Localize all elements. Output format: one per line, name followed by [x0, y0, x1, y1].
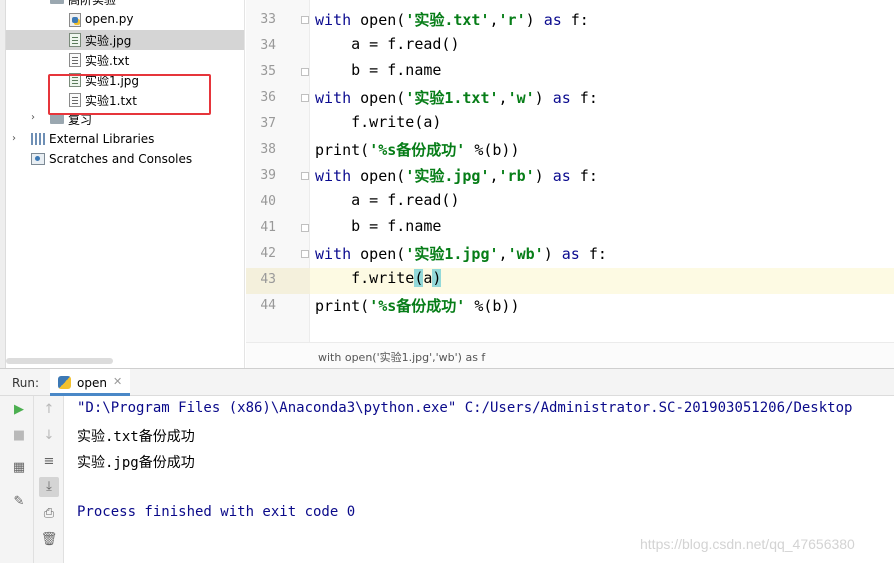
code-editor[interactable]: 33 34 35 36 37 38 39 40 41 42 43 44 with… — [246, 0, 894, 342]
project-tree-panel: ▾ 高阶实验 open.py 实验.jpg 实验.txt 实验1.jpg 实验1… — [0, 0, 245, 368]
fold-marker-icon[interactable] — [301, 250, 309, 258]
console-exit-line: Process finished with exit code 0 — [77, 504, 356, 520]
code-line-current: f.write(a) — [315, 269, 442, 287]
editor-breadcrumb[interactable]: with open('实验1.jpg','wb') as f — [246, 342, 894, 368]
line-number: 42 — [260, 246, 276, 261]
tree-item-file[interactable]: 实验.txt — [6, 50, 244, 70]
arrow-down-icon[interactable]: ↓ — [39, 426, 59, 446]
line-number: 37 — [260, 116, 276, 131]
line-number: 41 — [260, 220, 276, 235]
python-file-icon — [69, 13, 81, 27]
code-line: with open('实验1.txt','w') as f: — [315, 89, 598, 107]
chevron-right-icon[interactable]: › — [12, 133, 16, 144]
line-number-current: 43 — [260, 272, 276, 287]
arrow-up-icon[interactable]: ↑ — [39, 400, 59, 420]
code-line: with open('实验1.jpg','wb') as f: — [315, 245, 607, 263]
tree-item-label: Scratches and Consoles — [49, 152, 193, 166]
code-line: with open('实验.jpg','rb') as f: — [315, 167, 598, 185]
scratches-icon — [31, 153, 45, 165]
code-line: b = f.name — [315, 217, 442, 235]
tree-item-folder[interactable]: ▾ 高阶实验 — [6, 0, 244, 9]
python-icon — [58, 376, 71, 389]
tree-item-file-selected[interactable]: 实验.jpg — [6, 30, 244, 50]
play-icon[interactable]: ▶ — [9, 400, 29, 420]
console-output-line: 实验.jpg备份成功 — [77, 455, 195, 471]
line-number: 40 — [260, 194, 276, 209]
code-line: f.write(a) — [315, 113, 442, 131]
code-line: a = f.read() — [315, 191, 460, 209]
code-line: print('%s备份成功' %(b)) — [315, 141, 520, 159]
run-toolbar-secondary: ↑ ↓ ≡ ⤓ ⎙ 🗑 — [34, 396, 64, 563]
fold-marker-icon[interactable] — [301, 172, 309, 180]
breadcrumb-text[interactable]: with open('实验1.jpg','wb') as f — [318, 349, 485, 365]
code-line: print('%s备份成功' %(b)) — [315, 297, 520, 315]
tree-item-label: open.py — [85, 12, 134, 26]
run-toolbar-primary: ▶ ■ ▦ ✎ — [0, 396, 34, 563]
chevron-down-icon[interactable]: ▾ — [31, 0, 36, 3]
run-toolwindow-header: Run: open ✕ — [0, 368, 894, 396]
fold-marker-icon[interactable] — [301, 224, 309, 232]
tree-item-scratches[interactable]: Scratches and Consoles — [6, 150, 244, 170]
line-number: 38 — [260, 142, 276, 157]
image-file-icon — [69, 33, 81, 47]
line-number: 36 — [260, 90, 276, 105]
annotation-highlight-box — [48, 74, 211, 115]
tree-item-label: 实验.jpg — [85, 34, 132, 48]
layout-icon[interactable]: ▦ — [9, 458, 29, 478]
tree-item-label: 实验.txt — [85, 54, 130, 68]
tree-item-external-libraries[interactable]: › External Libraries — [6, 130, 244, 150]
pin-icon[interactable]: ✎ — [9, 492, 29, 512]
stop-icon[interactable]: ■ — [9, 426, 29, 446]
tree-item-label: 高阶实验 — [68, 0, 117, 7]
fold-marker-icon[interactable] — [301, 68, 309, 76]
library-icon — [31, 133, 45, 145]
fold-marker-icon[interactable] — [301, 16, 309, 24]
close-icon[interactable]: ✕ — [113, 375, 122, 388]
run-tab-label: open — [77, 376, 107, 390]
line-number: 34 — [260, 38, 276, 53]
scroll-to-end-icon[interactable]: ⤓ — [39, 477, 59, 497]
run-tab-open[interactable]: open ✕ — [50, 369, 130, 396]
code-line: a = f.read() — [315, 35, 460, 53]
code-line: b = f.name — [315, 61, 442, 79]
tree-item-label: External Libraries — [49, 132, 155, 146]
folder-icon — [50, 0, 64, 4]
code-line: with open('实验.txt','r') as f: — [315, 11, 589, 29]
run-label: Run: — [12, 376, 40, 390]
print-icon[interactable]: ⎙ — [39, 504, 59, 524]
text-file-icon — [69, 53, 81, 67]
console-command-line: "D:\Program Files (x86)\Anaconda3\python… — [77, 400, 853, 416]
line-number: 33 — [260, 12, 276, 27]
tree-item-file[interactable]: open.py — [6, 10, 244, 30]
trash-icon[interactable]: 🗑 — [39, 530, 59, 550]
soft-wrap-icon[interactable]: ≡ — [39, 452, 59, 472]
line-number: 44 — [260, 298, 276, 313]
line-number: 35 — [260, 64, 276, 79]
horizontal-scrollbar[interactable] — [6, 358, 113, 364]
console-output-line: 实验.txt备份成功 — [77, 429, 195, 445]
fold-marker-icon[interactable] — [301, 94, 309, 102]
watermark: https://blog.csdn.net/qq_47656380 — [640, 536, 855, 552]
chevron-right-icon[interactable]: › — [31, 112, 35, 123]
line-number: 39 — [260, 168, 276, 183]
